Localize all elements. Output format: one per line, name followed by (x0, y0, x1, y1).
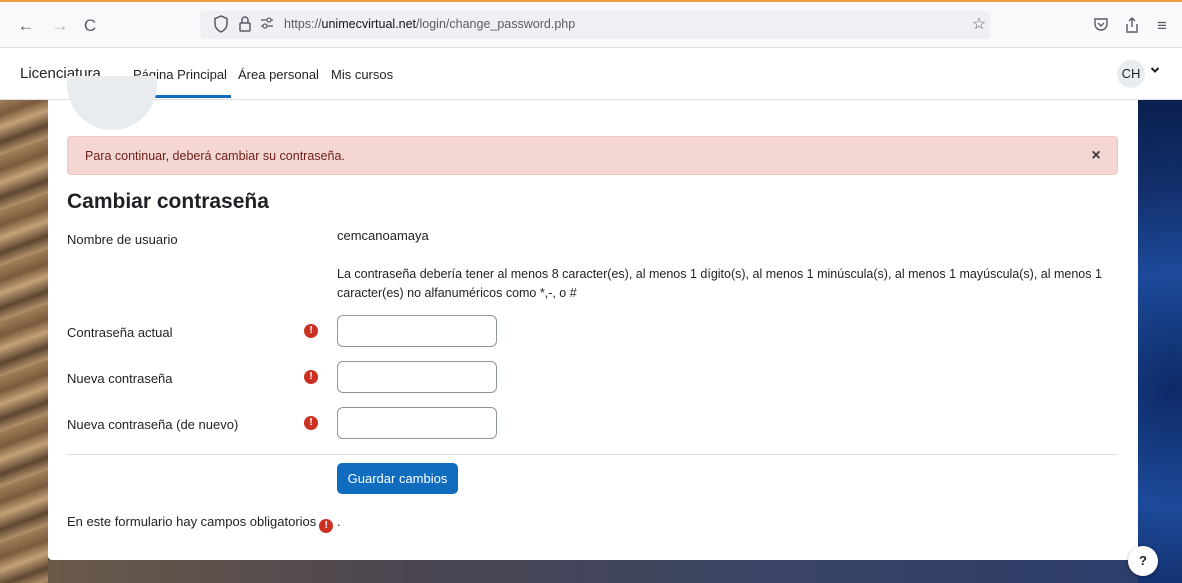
close-icon[interactable]: × (1087, 146, 1105, 166)
username-label: Nombre de usuario (67, 232, 178, 247)
background-decoration (1138, 100, 1182, 583)
site-navbar: Licenciatura Página Principal Área perso… (0, 48, 1182, 100)
address-bar[interactable]: https://unimecvirtual.net/login/change_p… (200, 11, 990, 39)
nav-link-mis-cursos[interactable]: Mis cursos (331, 67, 393, 82)
help-button[interactable]: ? (1128, 546, 1158, 576)
browser-toolbar: ← → C https://unimecvirtual.net/login/ch… (0, 0, 1182, 48)
star-icon[interactable]: ☆ (970, 15, 988, 35)
required-note-suffix: . (333, 514, 341, 529)
nav-link-area-personal[interactable]: Área personal (238, 67, 319, 82)
url-text[interactable]: https://unimecvirtual.net/login/change_p… (284, 17, 575, 31)
form-divider (67, 454, 1118, 455)
forward-icon[interactable]: → (50, 16, 70, 36)
required-note-text: En este formulario hay campos obligatori… (67, 514, 317, 529)
save-button[interactable]: Guardar cambios (337, 463, 458, 494)
confirm-password-input[interactable] (337, 407, 497, 439)
required-icon: ! (319, 519, 334, 533)
background-photo (0, 100, 48, 583)
current-password-label: Contraseña actual (67, 325, 173, 340)
background-bottom (48, 560, 1138, 583)
pocket-icon[interactable] (1091, 16, 1111, 36)
required-icon: ! (304, 370, 318, 384)
confirm-password-label: Nueva contraseña (de nuevo) (67, 417, 239, 432)
username-value: cemcanoamaya (337, 228, 429, 243)
menu-icon[interactable]: ≡ (1152, 16, 1172, 36)
permissions-icon[interactable] (258, 15, 276, 35)
page-title: Cambiar contraseña (67, 190, 269, 213)
required-icon: ! (304, 416, 318, 430)
required-icon: ! (304, 324, 318, 338)
alert-message: Para continuar, deberá cambiar su contra… (67, 136, 1118, 175)
current-password-input[interactable] (337, 315, 497, 347)
new-password-input[interactable] (337, 361, 497, 393)
back-icon[interactable]: ← (16, 16, 36, 36)
shield-icon[interactable] (212, 15, 230, 35)
chevron-down-icon[interactable] (1150, 65, 1160, 77)
avatar[interactable]: CH (1117, 60, 1145, 88)
new-password-label: Nueva contraseña (67, 371, 173, 386)
reload-icon[interactable]: C (80, 16, 100, 36)
required-fields-note: En este formulario hay campos obligatori… (67, 514, 341, 533)
password-policy: La contraseña debería tener al menos 8 c… (337, 267, 1102, 300)
alert-text: Para continuar, deberá cambiar su contra… (85, 149, 345, 163)
share-icon[interactable] (1122, 16, 1142, 36)
lock-icon[interactable] (236, 15, 254, 35)
